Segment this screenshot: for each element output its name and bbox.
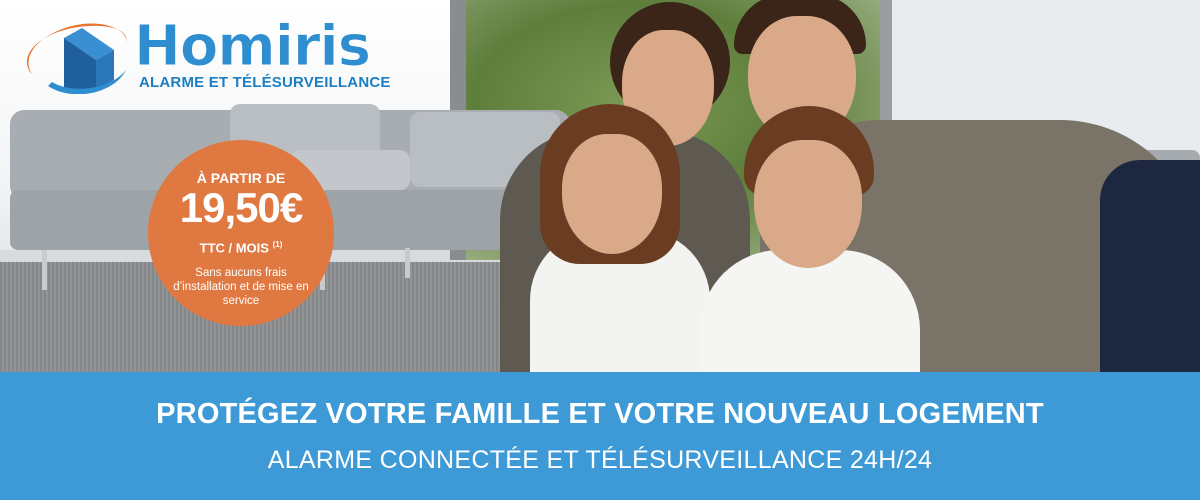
daughter-face: [562, 134, 662, 254]
brand-name: Homiris: [133, 14, 371, 80]
daughter: [520, 100, 720, 372]
brand-tagline: ALARME ET TÉLÉSURVEILLANCE: [139, 74, 391, 91]
price-value: 19,50€: [179, 184, 303, 231]
price-unit-text: TTC / MOIS: [199, 240, 269, 256]
son: [700, 106, 930, 372]
son-face: [754, 140, 862, 268]
father-jeans: [1100, 160, 1200, 372]
sofa-leg: [42, 250, 47, 290]
price-badge: À PARTIR DE 19,50€ TTC / MOIS (1) Sans a…: [148, 140, 334, 326]
homiris-logo[interactable]: Homiris ALARME ET TÉLÉSURVEILLANCE: [22, 14, 402, 98]
sofa-leg: [405, 248, 410, 278]
son-shirt: [700, 250, 920, 372]
headline: PROTÉGEZ VOTRE FAMILLE ET VOTRE NOUVEAU …: [156, 398, 1044, 430]
ad-banner[interactable]: Homiris ALARME ET TÉLÉSURVEILLANCE À PAR…: [0, 0, 1200, 500]
promo-band: PROTÉGEZ VOTRE FAMILLE ET VOTRE NOUVEAU …: [0, 372, 1200, 500]
subheadline: ALARME CONNECTÉE ET TÉLÉSURVEILLANCE 24H…: [267, 446, 933, 474]
price-unit: TTC / MOIS (1): [148, 240, 334, 255]
price-footnote-ref: (1): [272, 240, 283, 249]
price-note: Sans aucuns frais d’installation et de m…: [173, 267, 309, 307]
house-swoosh-logo-icon: [26, 23, 127, 94]
